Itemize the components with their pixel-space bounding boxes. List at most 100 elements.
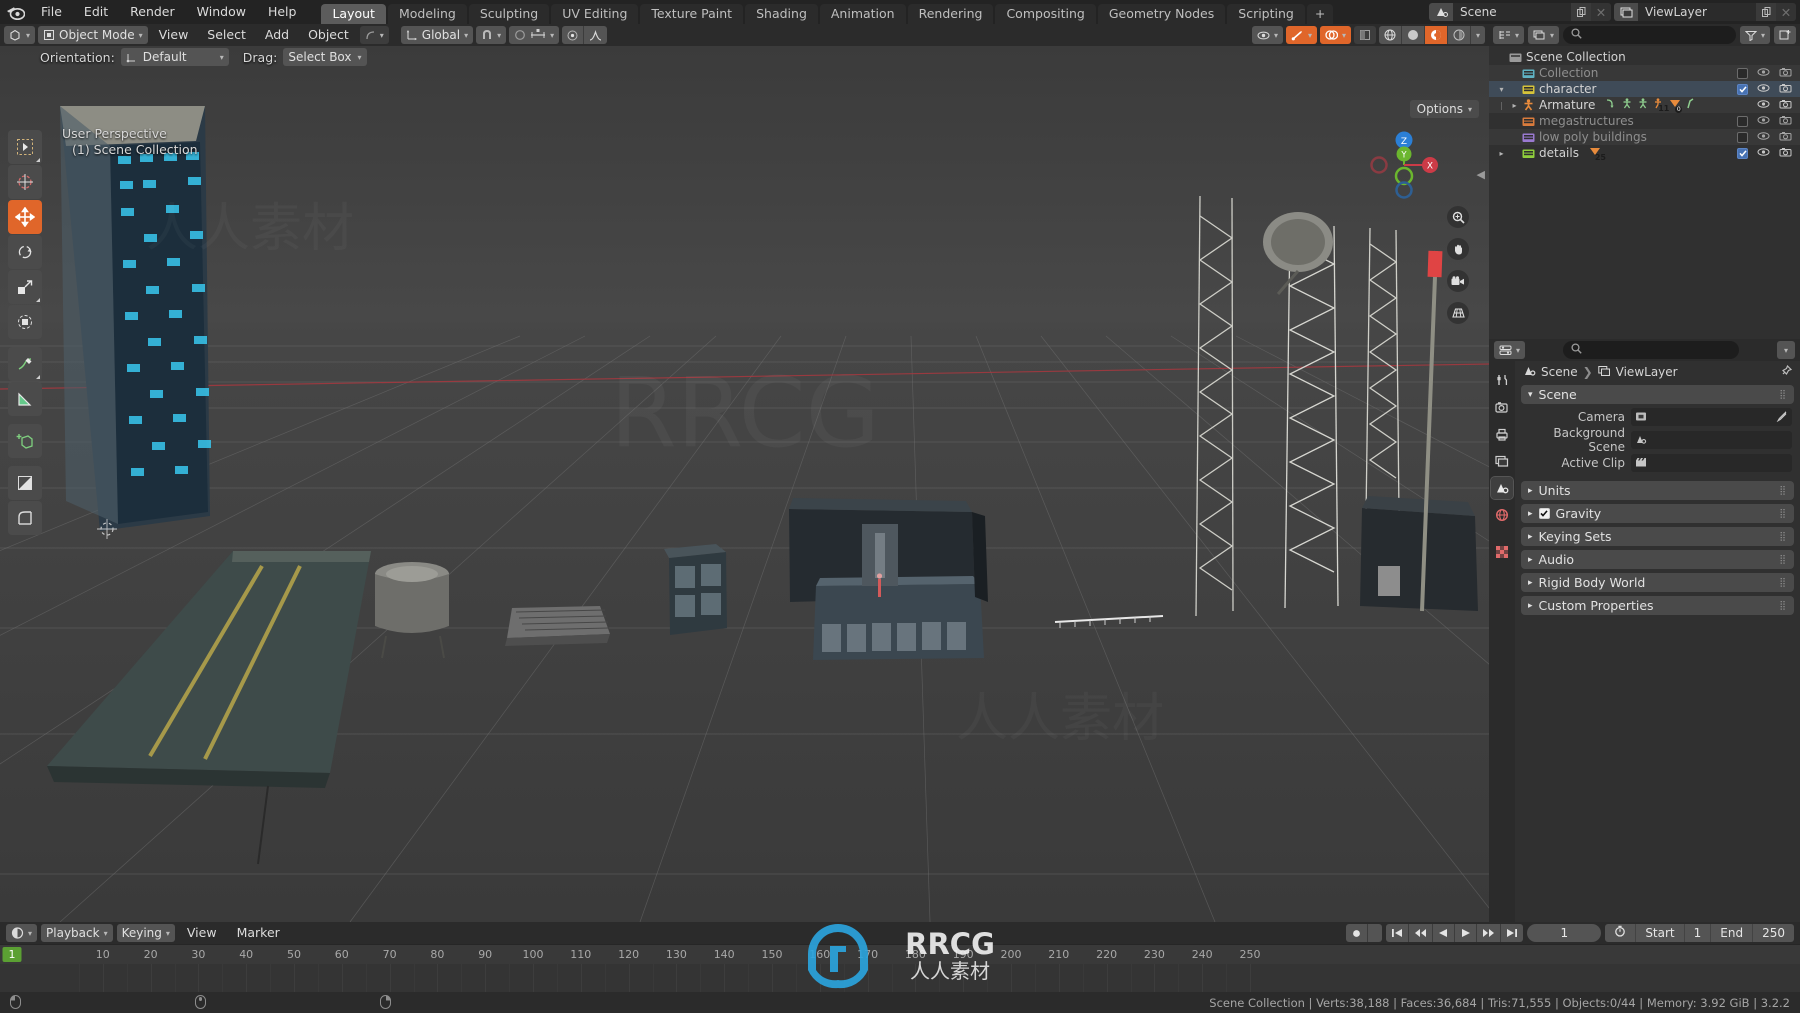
- mode-extra-dropdown[interactable]: ▾: [359, 26, 389, 44]
- exclude-checkbox[interactable]: [1737, 147, 1748, 159]
- timeline-menu-view[interactable]: View: [179, 924, 225, 942]
- timeline-editor[interactable]: ▾ Playback ▾ Keying ▾ View Marker 1 Star…: [0, 922, 1800, 993]
- outliner-row-low-poly-buildings[interactable]: low poly buildings: [1489, 129, 1800, 145]
- frame-start-value[interactable]: 1: [1685, 924, 1712, 942]
- pose-icon[interactable]: [1637, 98, 1649, 112]
- prev-keyframe-icon[interactable]: [1409, 924, 1434, 942]
- properties-tab-world[interactable]: [1491, 504, 1513, 526]
- annotate-tool[interactable]: [8, 347, 42, 381]
- playhead-frame-badge[interactable]: 1: [2, 947, 22, 962]
- next-keyframe-icon[interactable]: [1477, 924, 1502, 942]
- tab-uv-editing[interactable]: UV Editing: [551, 4, 639, 24]
- panel-drag-handle[interactable]: ⣿: [1779, 509, 1787, 519]
- add-cube-tool[interactable]: [8, 424, 42, 458]
- exclude-checkbox[interactable]: [1737, 131, 1748, 143]
- drag-action-dropdown[interactable]: Select Box ▾: [283, 48, 367, 66]
- object-mode-selector[interactable]: Object Mode ▾: [38, 26, 148, 44]
- eyedropper-icon[interactable]: [1776, 410, 1788, 425]
- shear-tool[interactable]: [8, 466, 42, 500]
- viewport-menu-view[interactable]: View: [151, 26, 197, 44]
- new-viewlayer-icon[interactable]: [1756, 3, 1776, 21]
- record-keyframes-icon[interactable]: [1346, 924, 1369, 942]
- timeline-track-area[interactable]: [0, 964, 1800, 992]
- shading-rendered-icon[interactable]: [1448, 26, 1471, 44]
- new-scene-icon[interactable]: [1571, 3, 1591, 21]
- properties-search-input[interactable]: [1563, 341, 1739, 359]
- background-scene-field[interactable]: [1631, 431, 1792, 449]
- properties-editor-icon[interactable]: ▾: [1494, 341, 1526, 359]
- camera-icon[interactable]: [1779, 66, 1792, 80]
- visibility-icon[interactable]: ▾: [1251, 26, 1283, 44]
- add-workspace-button[interactable]: +: [1306, 4, 1334, 24]
- viewlayer-icon[interactable]: [1614, 3, 1638, 21]
- tab-rendering[interactable]: Rendering: [907, 4, 994, 24]
- transform-orientation-selector[interactable]: Global ▾: [400, 26, 474, 44]
- auto-key-options-icon[interactable]: [1368, 924, 1382, 942]
- eye-icon[interactable]: [1757, 98, 1770, 112]
- viewlayer-name[interactable]: ViewLayer: [1638, 3, 1756, 21]
- camera-view-icon[interactable]: [1447, 270, 1469, 292]
- panel-drag-handle[interactable]: ⣿: [1779, 555, 1787, 565]
- xray-icon[interactable]: [1353, 26, 1376, 44]
- modifier-badge[interactable]: 25: [1589, 146, 1606, 162]
- remove-viewlayer-icon[interactable]: ✕: [1776, 3, 1796, 21]
- ortho-persp-toggle-icon[interactable]: [1447, 302, 1469, 324]
- camera-icon[interactable]: [1779, 114, 1792, 128]
- viewport-menu-object[interactable]: Object: [300, 26, 357, 44]
- eye-icon[interactable]: [1757, 146, 1770, 160]
- eye-icon[interactable]: [1757, 130, 1770, 144]
- properties-tab-output[interactable]: [1491, 423, 1513, 445]
- panel-header-keying-sets[interactable]: ▸ Keying Sets ⣿: [1521, 527, 1794, 546]
- properties-options-dropdown[interactable]: ▾: [1776, 341, 1795, 359]
- properties-tab-viewlayer[interactable]: [1491, 450, 1513, 472]
- camera-icon[interactable]: [1779, 146, 1792, 160]
- keying-popover-button[interactable]: Keying ▾: [116, 924, 175, 942]
- editor-type-3dview-icon[interactable]: ▾: [4, 26, 36, 44]
- new-collection-icon[interactable]: [1774, 26, 1796, 44]
- outliner-row-details[interactable]: ▸ details 25: [1489, 145, 1800, 162]
- panel-header-audio[interactable]: ▸ Audio ⣿: [1521, 550, 1794, 569]
- proportional-editing-toggle[interactable]: ▾: [509, 26, 560, 44]
- pose-icon[interactable]: [1621, 98, 1633, 112]
- proportional-edit-icon[interactable]: [562, 26, 585, 44]
- eye-icon[interactable]: [1757, 114, 1770, 128]
- tab-texture-paint[interactable]: Texture Paint: [640, 4, 744, 24]
- disclosure-icon[interactable]: ▸: [1508, 101, 1521, 110]
- scale-tool[interactable]: [8, 270, 42, 304]
- menu-edit[interactable]: Edit: [73, 0, 119, 24]
- panel-header-units[interactable]: ▸ Units ⣿: [1521, 481, 1794, 500]
- properties-editor[interactable]: ▾ ▾ Scene ❯ ViewLayer ▾ Scene ⣿ Camera B…: [1489, 339, 1800, 922]
- camera-field[interactable]: [1631, 408, 1792, 426]
- exclude-checkbox[interactable]: [1737, 115, 1748, 127]
- transform-tool[interactable]: [8, 305, 42, 339]
- properties-tab-tool[interactable]: [1491, 369, 1513, 391]
- panel-header-rigid-body-world[interactable]: ▸ Rigid Body World ⣿: [1521, 573, 1794, 592]
- tab-shading[interactable]: Shading: [745, 4, 818, 24]
- timeline-editor-icon[interactable]: ▾: [6, 924, 38, 942]
- select-box-tool[interactable]: [8, 130, 42, 164]
- rotate-tool[interactable]: [8, 235, 42, 269]
- shading-material-icon[interactable]: [1424, 26, 1448, 44]
- jump-start-icon[interactable]: [1386, 924, 1410, 942]
- breadcrumb-viewlayer-label[interactable]: ViewLayer: [1616, 365, 1678, 379]
- outliner-search-input[interactable]: [1563, 26, 1736, 44]
- tab-animation[interactable]: Animation: [819, 4, 906, 24]
- scene-icon[interactable]: [1429, 3, 1453, 21]
- play-icon[interactable]: [1455, 924, 1478, 942]
- tab-modeling[interactable]: Modeling: [387, 4, 467, 24]
- blender-logo-icon[interactable]: [0, 0, 30, 24]
- properties-tab-scene[interactable]: [1490, 476, 1514, 500]
- panel-drag-handle[interactable]: ⣿: [1779, 486, 1787, 496]
- properties-tab-render[interactable]: [1491, 396, 1513, 418]
- overlays-icon[interactable]: ▾: [1319, 26, 1351, 44]
- camera-icon[interactable]: [1779, 130, 1792, 144]
- cursor-3d-tool[interactable]: [8, 165, 42, 199]
- panel-header-scene[interactable]: ▾ Scene ⣿: [1521, 385, 1794, 404]
- outliner-row-scene-collection[interactable]: Scene Collection: [1489, 49, 1800, 65]
- 3d-viewport[interactable]: RRCG 人人素材 人人素材 User Perspective (1) Scen…: [0, 46, 1489, 922]
- auto-keying-icon[interactable]: [1605, 924, 1637, 942]
- anim-data-icon[interactable]: [1605, 98, 1617, 112]
- filter-funnel-icon[interactable]: ▾: [1739, 26, 1770, 44]
- bevel-tool[interactable]: [8, 501, 42, 535]
- tab-sculpting[interactable]: Sculpting: [468, 4, 550, 24]
